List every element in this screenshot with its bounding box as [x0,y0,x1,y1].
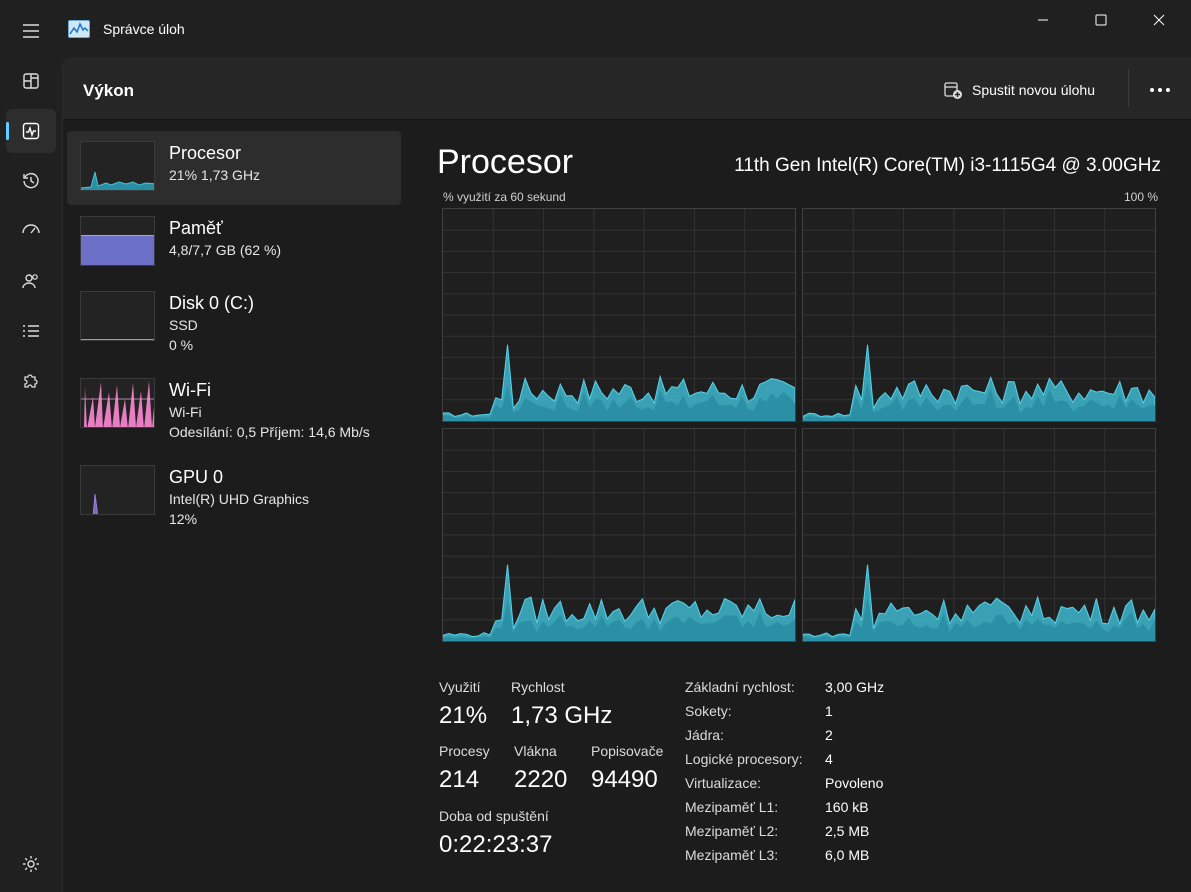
cpu-title: Procesor [437,143,574,181]
detail-label: Mezipaměť L1: [685,799,779,815]
maximize-icon [1095,14,1107,26]
detail-value: 2 [825,727,833,743]
more-icon [1150,88,1170,92]
detail-label: Virtualizace: [685,775,762,791]
header-divider [1128,69,1129,107]
handles-value: 94490 [591,766,658,793]
cpu-graph-plot [803,429,1155,641]
detail-label: Mezipaměť L2: [685,823,779,839]
puzzle-icon [24,374,38,388]
main-panel: Výkon Spustit novou úlohu Procesor 21% 1… [62,58,1191,892]
task-manager-app-icon [68,20,90,38]
nav-users[interactable] [6,259,56,303]
nav-services[interactable] [6,359,56,403]
detail-label: Základní rychlost: [685,679,795,695]
detail-value: 3,00 GHz [825,679,885,695]
resource-detail: 4,8/7,7 GB (62 %) [169,242,282,258]
graph-caption: % využití za 60 sekund [443,190,566,204]
nav-performance[interactable] [6,109,56,153]
disk-thumbnail [80,291,155,341]
resource-detail: Wi-Fi [169,404,202,420]
resource-name: Disk 0 (C:) [169,293,254,313]
detail-label: Mezipaměť L3: [685,847,779,863]
maximize-button[interactable] [1072,0,1130,40]
resource-disk[interactable]: Disk 0 (C:) SSD 0 % [67,281,401,355]
processes-value: 214 [439,766,480,793]
processes-icon [23,73,39,89]
resource-cpu[interactable]: Procesor 21% 1,73 GHz [67,131,401,205]
detail-value: 1 [825,703,833,719]
cpu-graph-2 [442,428,796,642]
gpu-thumbnail [80,465,155,515]
cpu-model: 11th Gen Intel(R) Core(TM) i3-1115G4 @ 3… [734,155,1161,176]
uptime-value: 0:22:23:37 [439,831,553,858]
performance-icon [22,122,40,140]
detail-value: 2,5 MB [825,823,870,839]
resource-name: GPU 0 [169,467,224,487]
nav-details[interactable] [6,309,56,353]
run-new-task-button[interactable]: Spustit novou úlohu [943,79,1095,101]
utilization-label: Využití [439,679,481,695]
nav-settings[interactable] [6,842,56,886]
hamburger-menu-button[interactable] [6,9,56,53]
resource-memory[interactable]: Paměť 4,8/7,7 GB (62 %) [67,206,401,280]
cpu-graph-3 [802,428,1156,642]
detail-label: Jádra: [685,727,724,743]
page-title: Výkon [83,81,135,100]
nav-app-history[interactable] [6,159,56,203]
processes-label: Procesy [439,743,490,759]
detail-value: 6,0 MB [825,847,870,863]
gear-icon [23,856,39,872]
cpu-graph-1 [802,208,1156,422]
speed-value: 1,73 GHz [511,702,613,729]
close-button[interactable] [1130,0,1188,40]
detail-label: Logické procesory: [685,751,803,767]
history-icon [23,172,39,189]
resource-detail: SSD [169,317,198,333]
nav-processes[interactable] [6,59,56,103]
speed-label: Rychlost [511,679,565,695]
page-header: Výkon Spustit novou úlohu [63,59,1191,120]
users-icon [22,274,38,289]
new-task-icon [944,82,962,99]
resource-detail: 21% 1,73 GHz [169,167,261,183]
wifi-thumbnail [80,378,155,428]
speedometer-icon [22,224,40,234]
detail-value: 160 kB [825,799,869,815]
minimize-icon [1038,19,1048,21]
resource-name: Paměť [169,218,223,238]
resource-gpu[interactable]: GPU 0 Intel(R) UHD Graphics 12% [67,455,401,529]
threads-label: Vlákna [514,743,557,759]
cpu-graph-plot [443,429,795,641]
detail-value: 4 [825,751,833,767]
cpu-graph-plot [443,209,795,421]
nav-startup[interactable] [6,209,56,253]
cpu-thumbnail [80,141,155,191]
more-options-button[interactable] [1145,77,1175,103]
resource-name: Wi-Fi [169,380,211,400]
resource-detail-secondary: 0 % [169,337,194,353]
resource-detail-secondary: Odesílání: 0,5 Příjem: 14,6 Mb/s [169,424,370,440]
handles-label: Popisovače [591,743,664,759]
window-title: Správce úloh [103,21,185,37]
cpu-graph-plot [803,209,1155,421]
utilization-value: 21% [439,702,488,729]
resource-wifi[interactable]: Wi-Fi Wi-Fi Odesílání: 0,5 Příjem: 14,6 … [67,368,401,442]
resource-name: Procesor [169,143,242,163]
minimize-button[interactable] [1014,0,1072,40]
hamburger-icon [23,24,39,38]
resource-detail-secondary: 12% [169,511,198,527]
cpu-graph-0 [442,208,796,422]
memory-thumbnail [80,216,155,266]
detail-label: Sokety: [685,703,732,719]
graph-max-label: 100 % [1123,190,1158,204]
list-icon [23,325,39,337]
uptime-label: Doba od spuštění [439,808,549,824]
close-icon [1153,14,1165,26]
run-new-task-label: Spustit novou úlohu [972,82,1095,98]
threads-value: 2220 [514,766,568,793]
navigation-rail [0,0,62,892]
detail-value: Povoleno [825,775,884,791]
resource-detail: Intel(R) UHD Graphics [169,491,310,507]
